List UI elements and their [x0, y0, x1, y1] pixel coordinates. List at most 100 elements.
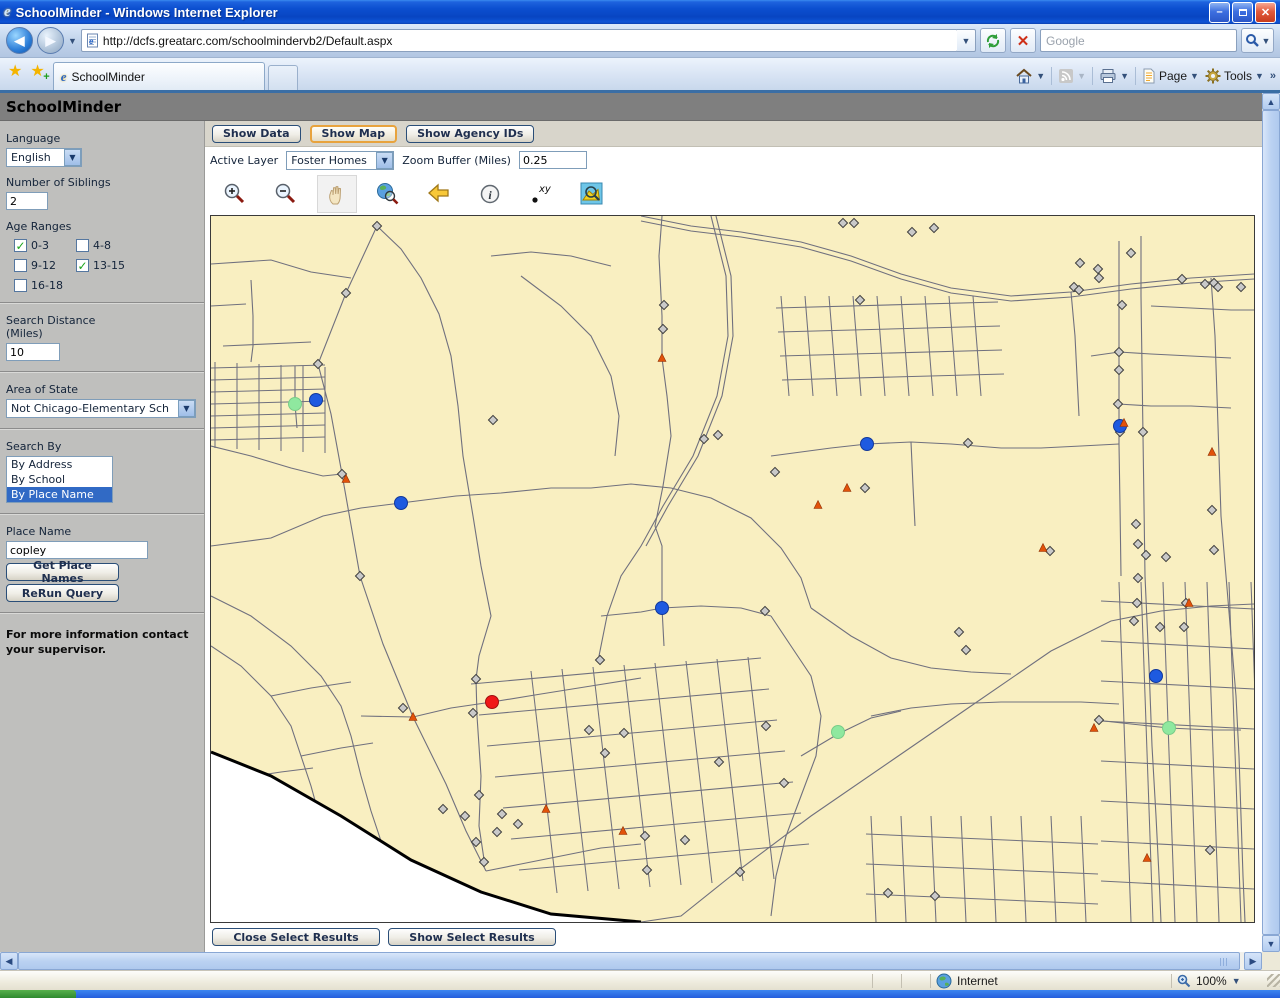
ie-tab-icon: e: [61, 69, 67, 85]
map-marker-result-green: [1163, 722, 1176, 735]
status-bar: Internet 100% ▼: [0, 970, 1280, 990]
pan-tool[interactable]: [317, 175, 357, 213]
search-by-option-by-place-name[interactable]: By Place Name: [7, 487, 112, 502]
age-checkbox-9-12[interactable]: 9-12: [14, 259, 76, 272]
window-title: SchoolMinder - Windows Internet Explorer: [16, 5, 1209, 20]
horizontal-scrollbar[interactable]: ◀ ▶: [0, 952, 1262, 970]
search-by-option-by-school[interactable]: By School: [7, 472, 112, 487]
forward-button[interactable]: ▶: [37, 27, 64, 54]
address-dropdown[interactable]: ▼: [957, 29, 976, 52]
area-of-state-select[interactable]: Not Chicago-Elementary Sch ▼: [6, 399, 196, 418]
search-go-button[interactable]: ▼: [1241, 28, 1274, 53]
ie-logo-icon: e: [4, 4, 11, 21]
refresh-button[interactable]: [980, 28, 1006, 53]
overflow-chevron[interactable]: »: [1270, 70, 1274, 82]
tools-dropdown[interactable]: ▼: [1255, 71, 1264, 81]
tab-show-data[interactable]: Show Data: [212, 125, 301, 143]
svg-text:xy: xy: [538, 184, 552, 195]
home-button[interactable]: ▼: [1015, 68, 1045, 84]
close-select-results-button[interactable]: Close Select Results: [212, 928, 380, 946]
close-button[interactable]: ✕: [1255, 2, 1276, 23]
restore-button[interactable]: [1232, 2, 1253, 23]
rerun-query-button[interactable]: ReRun Query: [6, 584, 119, 602]
search-distance-input[interactable]: [6, 343, 60, 361]
zoom-level-cell[interactable]: 100% ▼: [1177, 974, 1263, 988]
identify-tool[interactable]: i: [470, 175, 510, 213]
tab-show-agency-ids[interactable]: Show Agency IDs: [406, 125, 534, 143]
zoom-out-tool[interactable]: [266, 175, 306, 213]
checkbox-checked-icon[interactable]: ✓: [14, 239, 27, 252]
stop-button[interactable]: ✕: [1010, 28, 1036, 53]
checkbox-unchecked-icon[interactable]: [14, 259, 27, 272]
search-by-label: Search By: [6, 440, 198, 453]
age-checkbox-0-3[interactable]: ✓0-3: [14, 239, 76, 252]
page-dropdown[interactable]: ▼: [1190, 71, 1199, 81]
vertical-scroll-thumb[interactable]: [1262, 110, 1280, 935]
select-features-tool[interactable]: [572, 175, 612, 213]
tab-show-map[interactable]: Show Map: [310, 125, 398, 143]
feeds-button[interactable]: ▼: [1058, 68, 1086, 84]
map-marker-result-blue: [310, 394, 323, 407]
age-checkbox-label: 4-8: [93, 239, 111, 252]
zoom-buffer-input[interactable]: [519, 151, 587, 169]
show-select-results-button[interactable]: Show Select Results: [388, 928, 556, 946]
zoom-dropdown[interactable]: ▼: [1232, 976, 1241, 986]
history-dropdown[interactable]: ▼: [68, 36, 77, 46]
start-button-edge[interactable]: [0, 990, 76, 998]
map-toolbar: i xy: [205, 173, 1262, 215]
scroll-corner: [1262, 952, 1280, 970]
checkbox-unchecked-icon[interactable]: [76, 239, 89, 252]
checkbox-unchecked-icon[interactable]: [14, 279, 27, 292]
active-layer-select[interactable]: Foster Homes ▼: [286, 151, 394, 170]
print-dropdown[interactable]: ▼: [1120, 71, 1129, 81]
print-button[interactable]: ▼: [1099, 68, 1129, 84]
vertical-scrollbar[interactable]: ▲ ▼: [1262, 93, 1280, 952]
tools-menu[interactable]: Tools ▼: [1205, 68, 1264, 84]
tab-schoolminder[interactable]: e SchoolMinder: [53, 62, 265, 90]
map-marker-result-blue: [861, 438, 874, 451]
url-input[interactable]: [103, 34, 953, 48]
zoom-in-tool[interactable]: [215, 175, 255, 213]
place-name-label: Place Name: [6, 525, 198, 538]
address-bar[interactable]: e: [81, 29, 958, 52]
back-button[interactable]: ◀: [6, 27, 33, 54]
refresh-icon: [985, 33, 1001, 49]
scroll-up-arrow[interactable]: ▲: [1262, 93, 1280, 110]
resize-grip[interactable]: [1267, 974, 1280, 987]
horizontal-scroll-thumb[interactable]: [18, 952, 1240, 970]
favorites-star-icon[interactable]: ★: [8, 61, 22, 81]
scroll-right-arrow[interactable]: ▶: [1244, 952, 1262, 970]
age-checkbox-13-15[interactable]: ✓13-15: [76, 259, 198, 272]
previous-extent-tool[interactable]: [419, 175, 459, 213]
security-zone-cell: Internet: [936, 973, 1166, 989]
minimize-button[interactable]: –: [1209, 2, 1230, 23]
select-results-bar: Close Select Results Show Select Results: [205, 925, 1262, 949]
age-checkbox-label: 9-12: [31, 259, 56, 272]
active-layer-label: Active Layer: [210, 154, 278, 167]
search-by-listbox[interactable]: By AddressBy SchoolBy Place Name: [6, 456, 113, 503]
app-title: SchoolMinder: [6, 98, 121, 116]
scroll-down-arrow[interactable]: ▼: [1262, 935, 1280, 952]
previous-extent-arrow-icon: [426, 181, 452, 207]
full-extent-tool[interactable]: [368, 175, 408, 213]
checkbox-checked-icon[interactable]: ✓: [76, 259, 89, 272]
get-place-names-button[interactable]: Get Place Names: [6, 563, 119, 581]
xy-coordinates-tool[interactable]: xy: [521, 175, 561, 213]
page-menu[interactable]: Page ▼: [1142, 68, 1199, 84]
language-select[interactable]: English ▼: [6, 148, 82, 167]
age-checkbox-4-8[interactable]: 4-8: [76, 239, 198, 252]
scroll-left-arrow[interactable]: ◀: [0, 952, 18, 970]
search-box[interactable]: [1040, 29, 1237, 52]
map-canvas[interactable]: [211, 216, 1254, 922]
siblings-input[interactable]: [6, 192, 48, 210]
map-viewport[interactable]: [210, 215, 1255, 923]
search-input[interactable]: [1046, 34, 1231, 48]
home-dropdown[interactable]: ▼: [1036, 71, 1045, 81]
search-by-option-by-address[interactable]: By Address: [7, 457, 112, 472]
add-favorite-icon[interactable]: ★: [30, 61, 44, 81]
age-checkbox-16-18[interactable]: 16-18: [14, 279, 76, 292]
age-ranges-label: Age Ranges: [6, 220, 198, 233]
place-name-input[interactable]: [6, 541, 148, 559]
search-options-dropdown[interactable]: ▼: [1262, 36, 1271, 46]
new-tab-stub[interactable]: [268, 65, 298, 90]
